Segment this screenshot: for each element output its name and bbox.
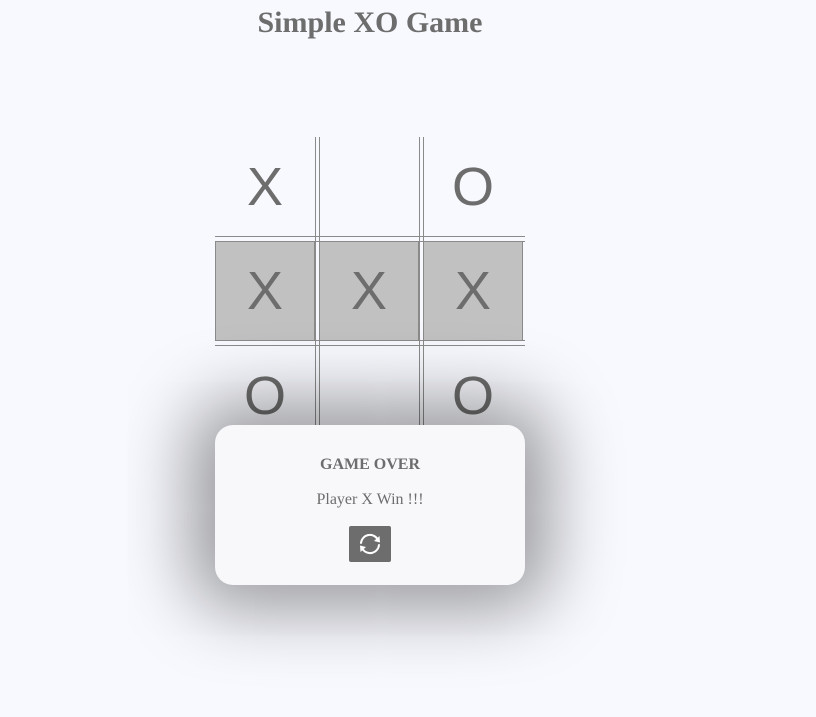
board-cell-3[interactable]: O	[423, 137, 523, 237]
board-cell-2[interactable]	[319, 137, 419, 237]
grid-line	[419, 137, 420, 447]
board-cell-5[interactable]: X	[319, 241, 419, 341]
game-board: X O X X X O O	[215, 137, 525, 447]
board-cell-1[interactable]: X	[215, 137, 315, 237]
restart-button[interactable]	[349, 526, 391, 562]
board-cell-4[interactable]: X	[215, 241, 315, 341]
board-cell-6[interactable]: X	[423, 241, 523, 341]
grid-line	[315, 137, 316, 447]
winner-message: Player X Win !!!	[316, 491, 424, 508]
refresh-icon	[356, 530, 384, 558]
dialog-title: GAME OVER	[320, 456, 420, 473]
page-title: Simple XO Game	[257, 6, 483, 39]
game-over-dialog: GAME OVER Player X Win !!!	[215, 425, 525, 585]
